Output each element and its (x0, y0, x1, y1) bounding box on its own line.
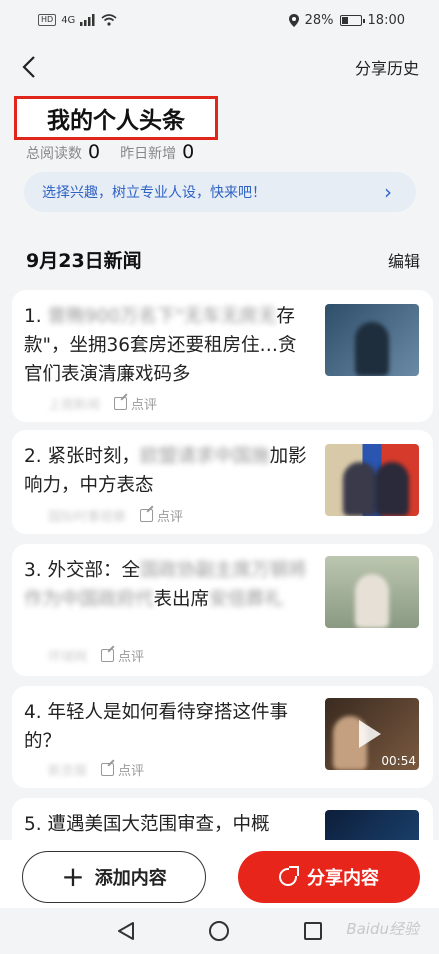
news-headline: 2. 紧张时刻，欧盟请求中国施加影响力，中方表态 (24, 442, 314, 500)
news-source: 国际时事观察 (48, 510, 127, 525)
chevron-left-icon[interactable] (22, 55, 36, 79)
chevron-right-icon: › (384, 180, 392, 204)
share-history-link[interactable]: 分享历史 (355, 55, 419, 79)
add-content-button[interactable]: + 添加内容 (22, 851, 206, 903)
comment-label: 点评 (131, 398, 158, 413)
news-headline-text: 表出席 (153, 589, 210, 610)
comment-label: 点评 (118, 650, 145, 665)
person-image (355, 574, 389, 628)
page-title: 我的个人头条 (14, 96, 218, 140)
wifi-icon (101, 14, 117, 26)
news-index: 3. (24, 560, 42, 581)
news-card[interactable]: 2. 紧张时刻，欧盟请求中国施加影响力，中方表态 国际时事观察 点评 (12, 430, 433, 534)
news-meta: 新京报 点评 (48, 760, 144, 779)
top-bar: 分享历史 (0, 44, 439, 90)
person-image (355, 322, 389, 376)
news-card[interactable]: 4. 年轻人是如何看待穿搭这件事的？ 新京报 点评 00:54 (12, 686, 433, 788)
news-headline-text: 年轻人是如何看待穿搭这件事的？ (24, 702, 289, 752)
signal-icon (80, 14, 95, 26)
battery-percent: 28% (304, 12, 334, 28)
news-meta: 环球网 点评 (48, 646, 144, 665)
comment-button[interactable]: 点评 (114, 394, 157, 413)
nav-home-icon[interactable] (209, 921, 230, 941)
news-thumbnail (325, 444, 419, 516)
edit-button[interactable]: 编辑 (388, 248, 420, 272)
blurred-text: 安倍葬礼 (209, 589, 284, 610)
news-index: 5. (24, 814, 42, 835)
status-left: HD 4G (38, 14, 117, 26)
hd-badge: HD (38, 14, 57, 26)
news-thumbnail (325, 304, 419, 376)
watermark: Baidu经验 (346, 920, 419, 938)
news-headline: 5. 遭遇美国大范围审查，中概 (24, 810, 314, 839)
share-content-button[interactable]: 分享内容 (238, 851, 420, 903)
play-icon (359, 720, 381, 748)
news-source: 环球网 (48, 650, 88, 665)
blurred-text: 曾贿900万名下"无车无房无 (47, 306, 277, 327)
comment-label: 点评 (118, 764, 145, 779)
news-headline: 3. 外交部：全国政协副主席万钢将作为中国政府代表出席安倍葬礼 (24, 556, 314, 614)
banner-text: 选择兴趣，树立专业人设，快来吧！ (42, 185, 266, 201)
clock: 18:00 (367, 12, 405, 28)
battery-icon (339, 14, 365, 26)
network-label: 4G (61, 14, 76, 26)
edit-icon (114, 397, 128, 410)
interest-banner[interactable]: 选择兴趣，树立专业人设，快来吧！ › (24, 172, 416, 212)
news-thumbnail (325, 556, 419, 628)
news-source: 上观新闻 (48, 398, 101, 413)
news-index: 1. (24, 306, 42, 327)
comment-label: 点评 (157, 510, 184, 525)
news-index: 4. (24, 702, 42, 723)
stats-row: 总阅读数 0 昨日新增 0 (26, 141, 208, 163)
comment-button[interactable]: 点评 (140, 506, 183, 525)
news-headline-text: 紧张时刻， (47, 446, 141, 467)
status-bar: HD 4G 28% 18:00 (0, 0, 439, 40)
person-image (343, 462, 377, 516)
section-header: 9月23日新闻 编辑 (26, 246, 420, 273)
news-headline: 1. 曾贿900万名下"无车无房无存款"，坐拥36套房还要租房住…贪官们表演清廉… (24, 302, 314, 389)
total-reads-value: 0 (88, 141, 101, 163)
news-card[interactable]: 1. 曾贿900万名下"无车无房无存款"，坐拥36套房还要租房住…贪官们表演清廉… (12, 290, 433, 422)
plus-icon: + (61, 860, 85, 893)
blurred-text: 欧盟请求中国施 (140, 446, 270, 467)
news-headline-text: 遭遇美国大范围审查，中概 (47, 814, 270, 835)
video-duration: 00:54 (381, 754, 416, 768)
edit-icon (101, 763, 115, 776)
section-title: 9月23日新闻 (26, 250, 142, 272)
news-meta: 国际时事观察 点评 (48, 506, 183, 525)
comment-button[interactable]: 点评 (101, 760, 144, 779)
status-right: 28% 18:00 (288, 12, 405, 28)
edit-icon (140, 509, 154, 522)
add-content-label: 添加内容 (94, 868, 167, 889)
news-headline-text: 外交部：全 (47, 560, 141, 581)
video-thumbnail: 00:54 (325, 698, 419, 770)
yesterday-label: 昨日新增 (120, 146, 177, 162)
news-meta: 上观新闻 点评 (48, 394, 157, 413)
nav-recent-icon[interactable] (303, 922, 322, 940)
news-card[interactable]: 3. 外交部：全国政协副主席万钢将作为中国政府代表出席安倍葬礼 环球网 点评 (12, 544, 433, 676)
news-index: 2. (24, 446, 42, 467)
person-image (375, 462, 409, 516)
share-icon (279, 866, 299, 886)
comment-button[interactable]: 点评 (101, 646, 144, 665)
nav-back-icon[interactable] (117, 921, 135, 941)
news-source: 新京报 (48, 764, 88, 779)
edit-icon (101, 649, 115, 662)
total-reads-label: 总阅读数 (26, 146, 82, 162)
location-icon (288, 13, 299, 27)
yesterday-value: 0 (182, 141, 195, 163)
news-headline: 4. 年轻人是如何看待穿搭这件事的？ (24, 698, 314, 756)
share-content-label: 分享内容 (307, 868, 379, 889)
